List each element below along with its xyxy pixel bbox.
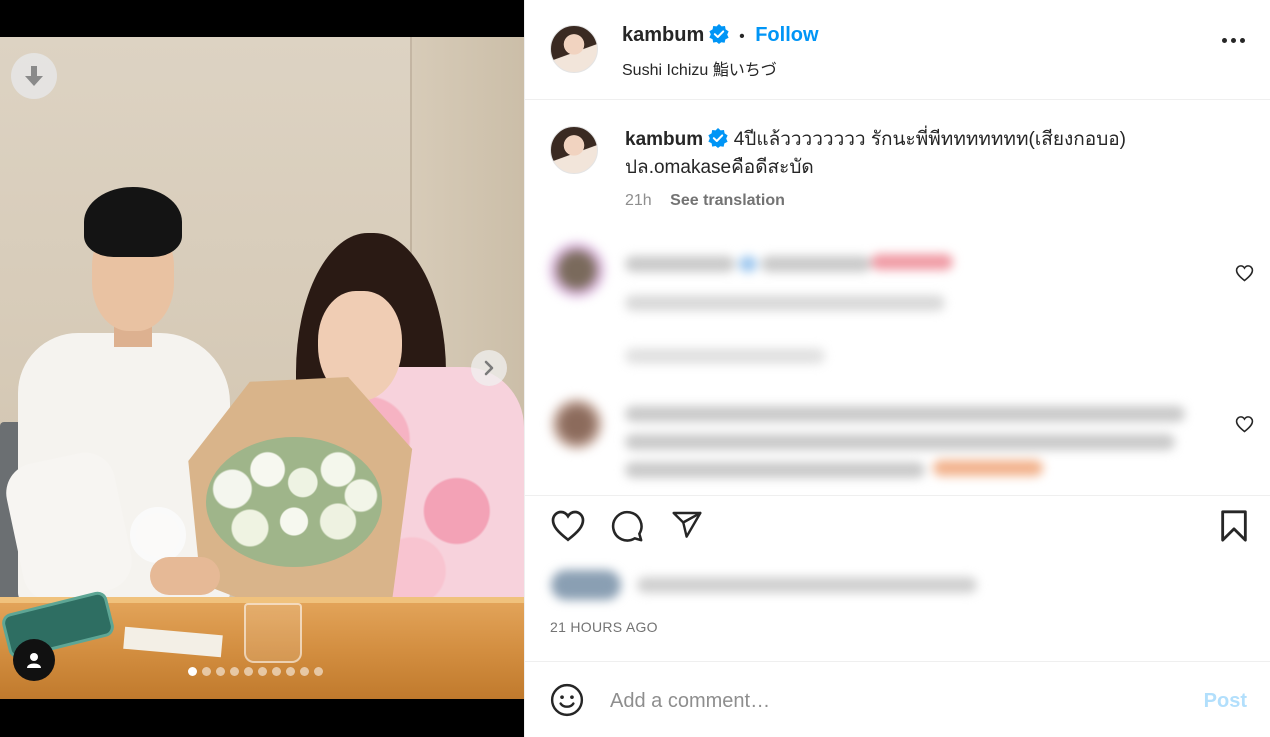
- download-button[interactable]: [11, 53, 57, 99]
- caption-line-1: kambum 4ปีแล้วววววววว รักนะพี่พีททททททท(…: [625, 126, 1245, 154]
- glass-on-table: [244, 603, 302, 663]
- carousel-dot: [272, 667, 281, 676]
- bouquet-flowers: [206, 437, 382, 567]
- blurred-text: [625, 406, 1185, 422]
- more-options-icon: [1240, 38, 1245, 43]
- more-options-icon: [1231, 38, 1236, 43]
- caption-text: 4ปีแล้วววววววว รักนะพี่พีททททททท(เสียงกอ…: [733, 129, 1127, 150]
- caption-meta: 21h See translation: [625, 192, 1245, 210]
- caption-username[interactable]: kambum: [625, 129, 703, 150]
- more-options-button[interactable]: [1222, 38, 1245, 43]
- carousel-dot: [230, 667, 239, 676]
- blurred-text: [625, 434, 1175, 450]
- blurred-text: [761, 256, 871, 272]
- next-slide-button[interactable]: [471, 350, 507, 386]
- person-man-hair: [84, 187, 182, 257]
- blurred-emoji: [933, 460, 1043, 476]
- blurred-meta: [625, 295, 945, 311]
- comment-input[interactable]: Add a comment…: [610, 690, 770, 713]
- emoji-icon[interactable]: [550, 683, 584, 717]
- carousel-indicator: [188, 667, 323, 676]
- more-options-icon: [1222, 38, 1227, 43]
- post-media[interactable]: [0, 0, 524, 737]
- comment-icon[interactable]: [610, 509, 644, 543]
- person-man-hand: [150, 557, 220, 595]
- blurred-text: [625, 256, 735, 272]
- action-bar: [525, 495, 1270, 557]
- carousel-dot: [314, 667, 323, 676]
- post-photo[interactable]: [0, 37, 524, 699]
- blurred-replies: [625, 348, 825, 364]
- carousel-dot: [300, 667, 309, 676]
- liked-by-avatars: [551, 570, 621, 600]
- caption-time[interactable]: 21h: [625, 192, 652, 209]
- chevron-right-icon: [484, 360, 494, 376]
- carousel-dot-active: [188, 667, 197, 676]
- blurred-text: [637, 577, 977, 593]
- tagged-users-button[interactable]: [13, 639, 55, 681]
- comment-avatar: [549, 242, 605, 298]
- location-link[interactable]: Sushi Ichizu 鮨いちづ: [622, 56, 777, 80]
- avatar[interactable]: [550, 25, 598, 73]
- verified-badge-icon: [708, 128, 729, 148]
- post-comment-button[interactable]: Post: [1204, 690, 1247, 713]
- like-comment-icon[interactable]: [1235, 415, 1254, 433]
- like-comment-icon[interactable]: [1235, 264, 1254, 282]
- bookmark-icon[interactable]: [1219, 509, 1249, 543]
- see-translation-button[interactable]: See translation: [670, 192, 785, 209]
- caption: kambum 4ปีแล้วววววววว รักนะพี่พีททททททท(…: [625, 126, 1245, 210]
- carousel-dot: [216, 667, 225, 676]
- caption-line-2: ปล.omakaseคือดีสะบัด: [625, 157, 814, 178]
- divider: [525, 495, 1270, 496]
- comment-avatar: [551, 398, 603, 450]
- verified-badge-icon: [709, 24, 729, 44]
- username-link[interactable]: kambum: [622, 24, 704, 46]
- carousel-dot: [202, 667, 211, 676]
- follow-button[interactable]: Follow: [755, 24, 818, 46]
- carousel-dot: [244, 667, 253, 676]
- comment-composer: Add a comment… Post: [525, 661, 1270, 737]
- blurred-text: [625, 462, 925, 478]
- post-timestamp[interactable]: 21 HOURS AGO: [550, 619, 658, 635]
- post-details-panel: kambum • Follow Sushi Ichizu 鮨いちづ kambum…: [524, 0, 1270, 737]
- bouquet-ribbon: [130, 507, 186, 563]
- carousel-dot: [258, 667, 267, 676]
- header-title-row: kambum • Follow: [622, 24, 819, 47]
- carousel-dot: [286, 667, 295, 676]
- post-header: kambum • Follow Sushi Ichizu 鮨いちづ: [525, 0, 1270, 100]
- download-icon: [25, 66, 43, 86]
- blurred-emoji: [871, 254, 953, 270]
- caption-avatar[interactable]: [550, 126, 598, 174]
- blurred-badge: [739, 256, 757, 272]
- separator-dot: •: [739, 28, 745, 45]
- user-tag-icon: [27, 653, 41, 668]
- share-icon[interactable]: [670, 509, 704, 541]
- heart-icon[interactable]: [550, 509, 586, 542]
